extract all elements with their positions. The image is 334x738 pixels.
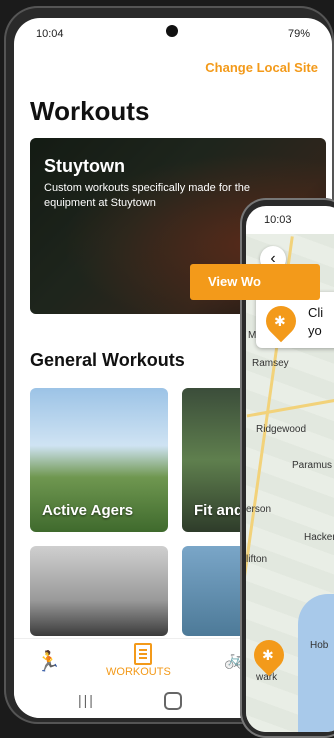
status-bar: 10:04 79%	[14, 18, 332, 50]
view-workouts-button[interactable]: View Wo	[190, 264, 320, 300]
info-text: Cli yo	[308, 305, 324, 338]
home-button[interactable]	[164, 692, 182, 710]
map-label: Ramsey	[252, 358, 289, 369]
runner-icon[interactable]: 🏃	[36, 649, 61, 674]
map-label: Paramus	[292, 460, 333, 471]
map-water	[298, 594, 334, 732]
status-time: 10:03	[264, 214, 292, 226]
map-label: Hob	[310, 640, 329, 651]
map-label: erson	[246, 504, 272, 515]
workouts-icon[interactable]	[134, 643, 152, 665]
map-road	[246, 393, 334, 418]
map-label: Hacken	[304, 532, 334, 543]
status-battery: 79%	[287, 28, 310, 40]
map-label: lifton	[246, 554, 268, 565]
change-local-site-link[interactable]: Change Local Site	[205, 60, 318, 75]
nav-workouts-label[interactable]: WORKOUTS	[106, 666, 171, 678]
card-label: Active Agers	[42, 502, 134, 519]
workout-card[interactable]	[30, 546, 168, 636]
workout-card-active-agers[interactable]: Active Agers	[30, 388, 168, 532]
page-title: Workouts	[30, 96, 150, 126]
hero-description: Custom workouts specifically made for th…	[44, 182, 251, 209]
general-workouts-title: General Workouts	[30, 350, 185, 370]
camera-icon	[166, 25, 178, 37]
map-pin-icon[interactable]: ✱	[247, 633, 291, 677]
map-label: Ridgewood	[256, 424, 307, 435]
recent-apps-button[interactable]: |||	[78, 692, 95, 708]
status-time: 10:04	[36, 28, 64, 40]
hero-title: Stuytown	[44, 156, 125, 176]
